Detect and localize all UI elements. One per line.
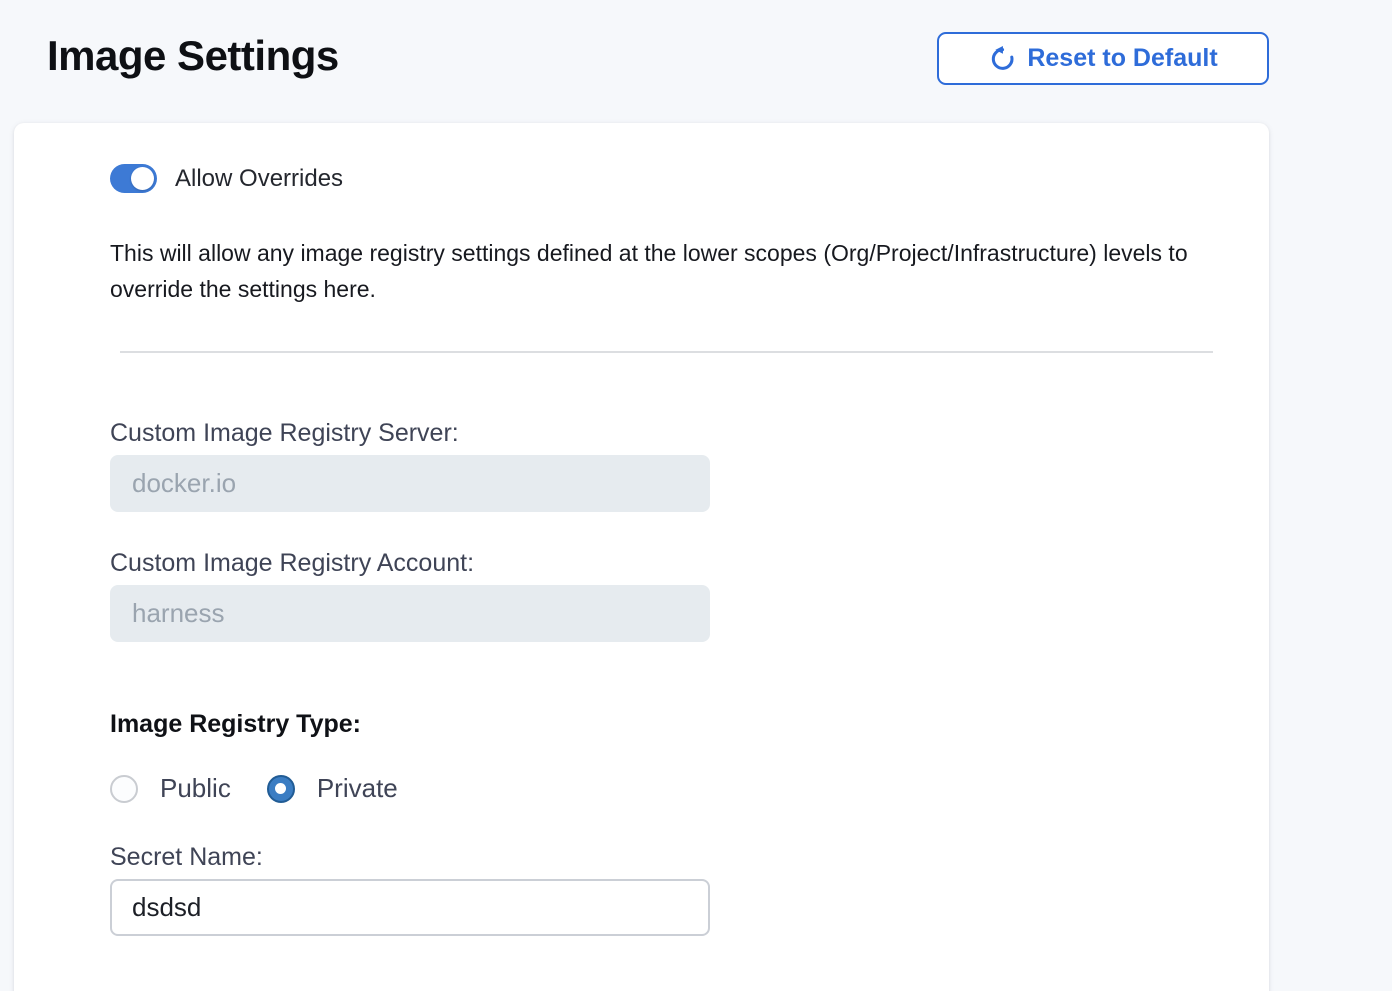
registry-server-label: Custom Image Registry Server: <box>110 418 1269 449</box>
reset-to-default-button[interactable]: Reset to Default <box>937 32 1269 85</box>
registry-type-label: Image Registry Type: <box>110 709 1269 740</box>
secret-name-label: Secret Name: <box>110 842 1269 873</box>
reset-button-label: Reset to Default <box>1027 44 1217 73</box>
reset-icon <box>988 45 1016 73</box>
registry-server-input <box>110 455 710 512</box>
radio-private[interactable] <box>267 775 295 803</box>
secret-name-input[interactable] <box>110 879 710 936</box>
registry-account-label: Custom Image Registry Account: <box>110 548 1269 579</box>
page-title: Image Settings <box>47 32 339 80</box>
allow-overrides-toggle[interactable] <box>110 164 157 193</box>
radio-selected-dot-icon <box>275 783 286 794</box>
radio-private-label[interactable]: Private <box>317 773 398 804</box>
registry-account-input <box>110 585 710 642</box>
radio-public[interactable] <box>110 775 138 803</box>
radio-public-label[interactable]: Public <box>160 773 231 804</box>
registry-type-radio-group: Public Private <box>110 773 1269 804</box>
allow-overrides-row: Allow Overrides <box>110 164 1269 193</box>
overrides-description: This will allow any image registry setti… <box>110 235 1235 307</box>
toggle-knob-icon <box>131 167 154 190</box>
allow-overrides-label[interactable]: Allow Overrides <box>175 165 343 193</box>
image-settings-panel: Allow Overrides This will allow any imag… <box>14 123 1269 991</box>
section-divider <box>120 351 1213 353</box>
